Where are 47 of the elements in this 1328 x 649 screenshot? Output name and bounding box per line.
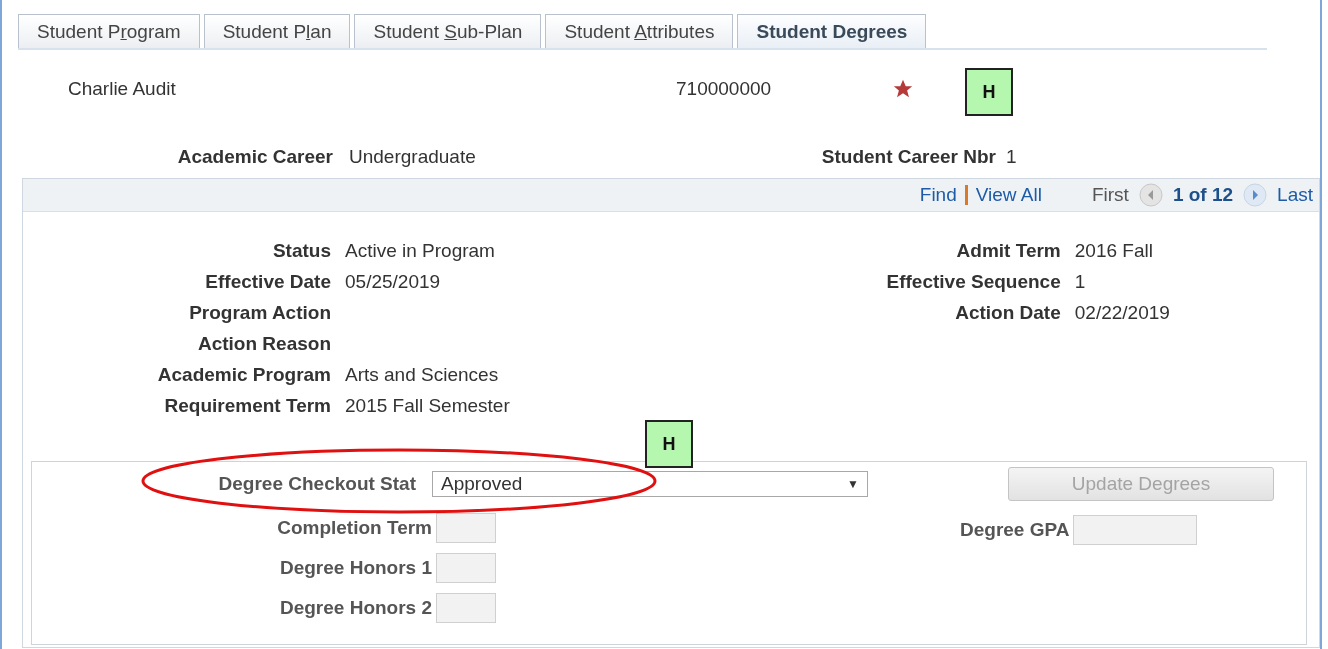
field-value: 2016 Fall	[1074, 240, 1154, 262]
field-label: Degree Checkout Stat	[217, 473, 417, 495]
input-field[interactable]	[436, 513, 496, 543]
field-label: Admit Term	[955, 240, 1061, 262]
field-value: 2015 Fall Semester	[345, 395, 510, 417]
field-value: 1	[1005, 146, 1017, 168]
first-label: First	[1091, 184, 1129, 206]
input-field[interactable]	[436, 553, 496, 583]
field-label: Degree GPA	[960, 519, 1071, 541]
input-field[interactable]	[436, 593, 496, 623]
tab[interactable]: Student Degrees	[737, 14, 927, 48]
page-position: 1 of 12	[1172, 184, 1234, 206]
field-label: Status	[271, 240, 331, 262]
field-label: Academic Career	[176, 146, 333, 168]
annotation-note: H	[965, 68, 1013, 116]
field-label: Degree Honors 2	[279, 597, 433, 619]
next-icon[interactable]	[1243, 183, 1268, 207]
field-value: Arts and Sciences	[345, 364, 500, 386]
student-name: Charlie Audit	[67, 78, 177, 100]
previous-icon[interactable]	[1138, 183, 1163, 207]
tab[interactable]: Student Program	[18, 14, 200, 48]
field-value: Active in Program	[345, 240, 496, 262]
field-value: 02/22/2019	[1074, 302, 1170, 324]
field-value: 1	[1074, 271, 1087, 293]
student-id: 710000000	[676, 78, 773, 100]
field-label: Effective Date	[204, 271, 331, 293]
annotation-note: H	[645, 420, 693, 468]
field-value: Undergraduate	[348, 146, 477, 168]
field-label: Completion Term	[277, 517, 433, 539]
field-label: Effective Sequence	[885, 271, 1061, 293]
field-value: 05/25/2019	[345, 271, 442, 293]
field-label: Degree Honors 1	[279, 557, 433, 579]
tab[interactable]: Student Attributes	[545, 14, 734, 48]
field-label: Student Career Nbr	[820, 146, 996, 168]
field-label: Action Reason	[196, 333, 331, 355]
tab[interactable]: Student Sub-Plan	[354, 14, 542, 48]
degree-checkout-dropdown[interactable]: Approved ▼	[432, 471, 868, 497]
tab[interactable]: Student Plan	[203, 14, 351, 48]
field-label: Requirement Term	[163, 395, 331, 417]
field-label: Academic Program	[156, 364, 331, 386]
view-all-link[interactable]: View All	[975, 184, 1042, 206]
input-field[interactable]	[1073, 515, 1198, 545]
find-link[interactable]: Find	[919, 184, 957, 206]
star-icon	[892, 78, 914, 100]
last-link[interactable]: Last	[1277, 184, 1313, 206]
field-label: Action Date	[954, 302, 1061, 324]
field-label: Program Action	[188, 302, 331, 324]
